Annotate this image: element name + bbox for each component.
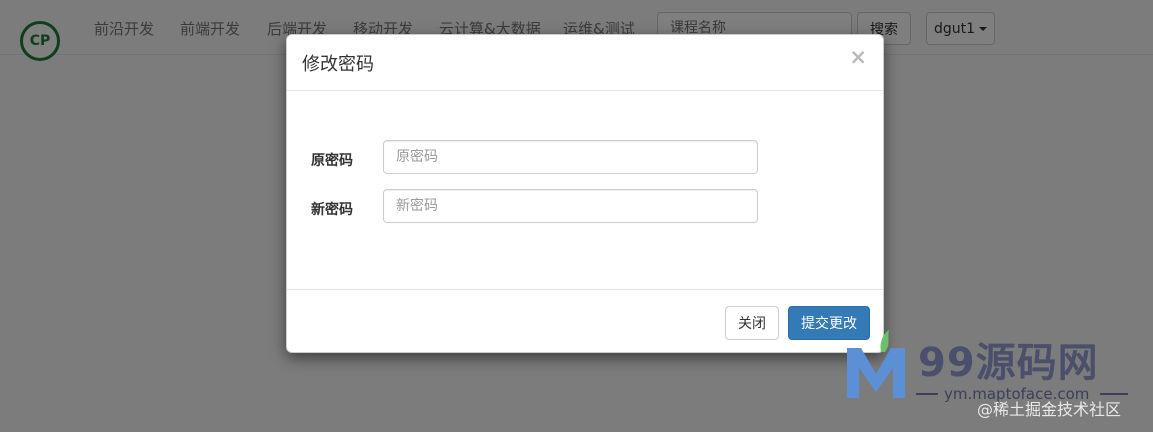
new-password-label: 新密码: [311, 202, 353, 218]
new-password-field[interactable]: [383, 189, 758, 223]
watermark-credit: @稀土掘金技术社区: [977, 400, 1122, 419]
watermark-divider-left: [916, 393, 938, 395]
watermark-brand: 99源码网: [918, 340, 1099, 386]
old-password-field[interactable]: [383, 140, 758, 174]
modal-footer: 关闭 提交更改: [287, 289, 883, 354]
modal-title: 修改密码: [302, 54, 374, 75]
watermark-m-logo-icon: [847, 330, 905, 398]
watermark-divider-right: [1100, 393, 1128, 395]
modal-header: 修改密码 ×: [287, 35, 883, 91]
change-password-modal: 修改密码 × 原密码 新密码 关闭 提交更改: [286, 34, 884, 353]
old-password-label: 原密码: [311, 153, 353, 169]
close-icon[interactable]: ×: [849, 47, 867, 68]
close-button[interactable]: 关闭: [725, 306, 779, 340]
